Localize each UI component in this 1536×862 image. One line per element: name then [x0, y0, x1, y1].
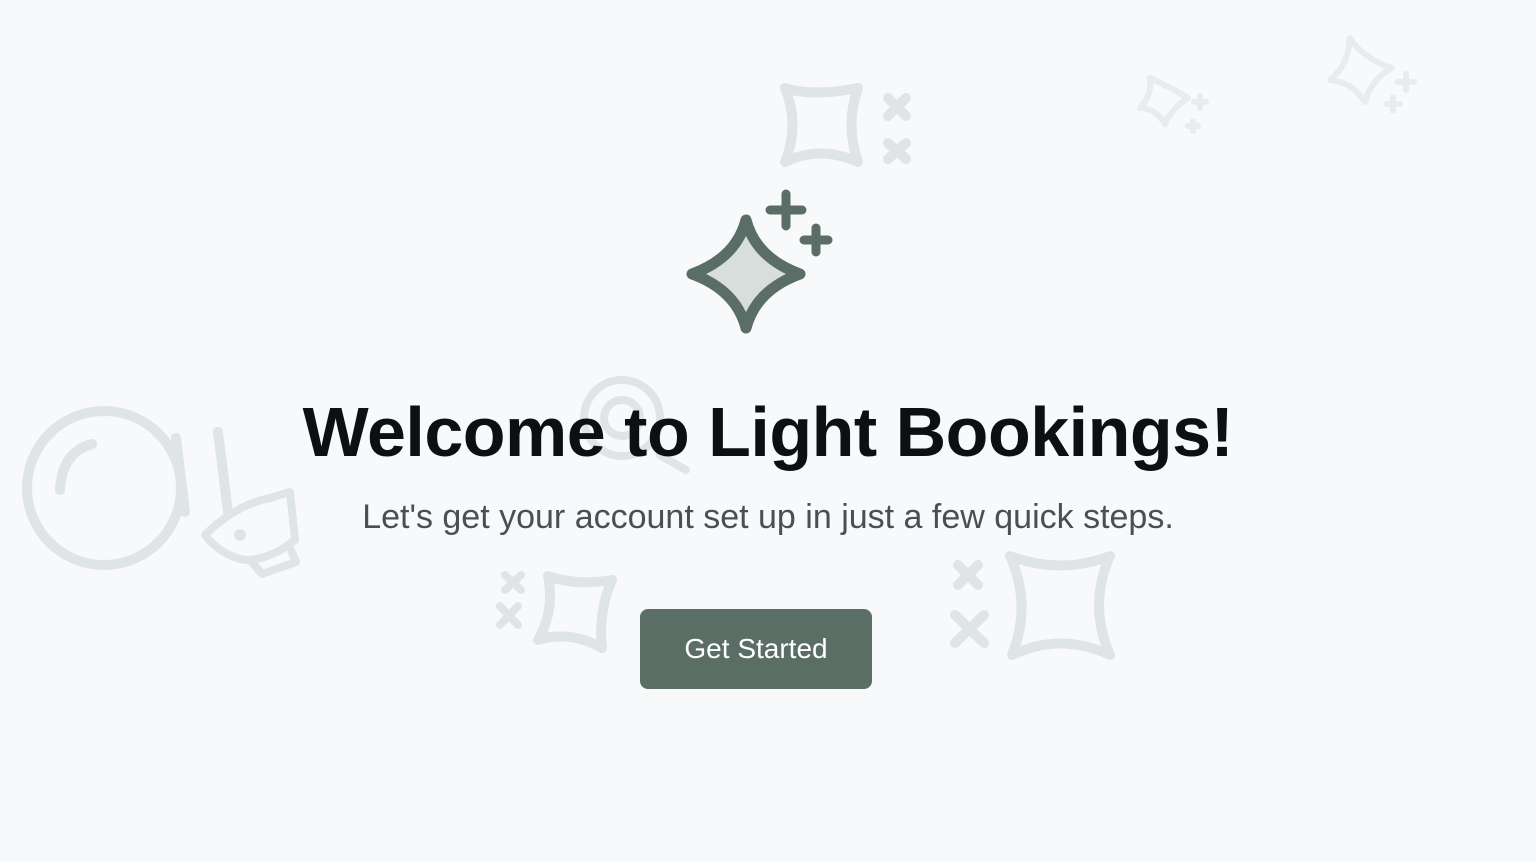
- sparkle-icon: [1327, 35, 1395, 105]
- plus-cross-icon: [950, 560, 989, 648]
- sparkle-icon: [533, 571, 617, 653]
- sparkles-icon: [686, 189, 833, 334]
- sparkle-icon: [780, 83, 863, 167]
- plus-cross-icon: [883, 93, 911, 164]
- plus-cross-icon: [496, 571, 525, 629]
- sparkle-icon: [1137, 75, 1191, 127]
- welcome-screen: Welcome to Light Bookings! Let's get you…: [0, 0, 1536, 862]
- plus-cross-icon: [1383, 71, 1417, 114]
- sparkle-icon: [1005, 551, 1115, 660]
- page-subtitle: Let's get your account set up in just a …: [362, 498, 1174, 536]
- page-title: Welcome to Light Bookings!: [302, 393, 1234, 471]
- get-started-button[interactable]: Get Started: [640, 609, 872, 689]
- plus-cross-icon: [1185, 93, 1209, 134]
